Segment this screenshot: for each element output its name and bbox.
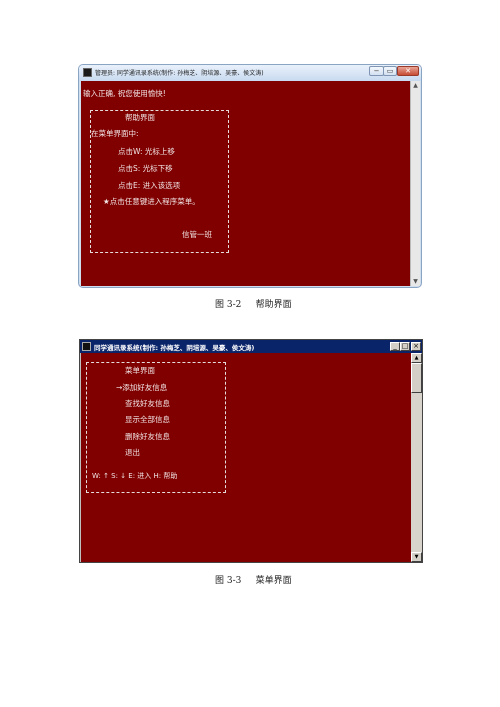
menu-item-exit[interactable]: 退出	[125, 447, 140, 458]
maximize-button[interactable]: □	[400, 342, 410, 351]
help-screen-window: 管理员: 同学通讯录系统(制作: 孙梅芝、阴培源、吴豪、侯文涛) − ▭ ✕ 输…	[78, 64, 422, 288]
help-line-w: 点击W: 光标上移	[118, 147, 175, 156]
console-app-icon	[83, 68, 92, 77]
minimize-button[interactable]: _	[390, 342, 400, 351]
help-title: 帮助界面	[125, 113, 155, 122]
scroll-up-arrow-icon[interactable]: ▲	[411, 81, 420, 90]
class-name: 信管一班	[182, 230, 212, 239]
help-line-s: 点击S: 光标下移	[118, 164, 173, 173]
key-hint: W: ↑ S: ↓ E: 进入 H: 帮助	[92, 472, 178, 480]
menu-screen-window: 同学通讯录系统(制作: 孙梅芝、阴培源、吴豪、侯文涛) _ □ × 菜单界面 →…	[79, 339, 423, 563]
vertical-scrollbar[interactable]: ▲ ▼	[411, 353, 422, 562]
menu-item-show-all[interactable]: 显示全部信息	[125, 414, 170, 425]
scroll-thumb[interactable]	[411, 363, 422, 393]
window-title: 同学通讯录系统(制作: 孙梅芝、阴培源、吴豪、侯文涛)	[94, 344, 255, 352]
figure-caption-3-3: 图 3-3 菜单界面	[215, 573, 292, 586]
close-button[interactable]: ×	[411, 342, 421, 351]
status-message: 输入正确, 祝您使用愉快!	[83, 89, 166, 98]
scroll-down-arrow-icon[interactable]: ▼	[411, 277, 420, 286]
caption-text: 菜单界面	[255, 576, 292, 586]
help-intro: 在菜单界面中:	[91, 129, 139, 138]
title-bar[interactable]: 管理员: 同学通讯录系统(制作: 孙梅芝、阴培源、吴豪、侯文涛) − ▭ ✕	[79, 65, 421, 81]
minimize-button[interactable]: −	[369, 66, 384, 76]
close-button[interactable]: ✕	[397, 66, 419, 76]
caption-number: 图 3-2	[215, 300, 242, 310]
vertical-scrollbar[interactable]: ▲ ▼	[410, 81, 420, 286]
window-title: 管理员: 同学通讯录系统(制作: 孙梅芝、阴培源、吴豪、侯文涛)	[95, 70, 264, 77]
help-line-any-key: ★点击任意键进入程序菜单。	[103, 197, 200, 206]
console-app-icon	[82, 342, 91, 351]
menu-item-add[interactable]: →添加好友信息	[116, 382, 167, 393]
menu-item-delete[interactable]: 删除好友信息	[125, 431, 170, 442]
caption-text: 帮助界面	[255, 300, 292, 310]
scroll-up-arrow-icon[interactable]: ▲	[411, 353, 422, 363]
console-area[interactable]: 菜单界面 →添加好友信息 查找好友信息 显示全部信息 删除好友信息 退出 W: …	[81, 353, 411, 562]
menu-title: 菜单界面	[125, 366, 155, 375]
console-area[interactable]: 输入正确, 祝您使用愉快! 帮助界面 在菜单界面中: 点击W: 光标上移 点击S…	[81, 81, 410, 286]
caption-number: 图 3-3	[215, 576, 242, 586]
figure-caption-3-2: 图 3-2 帮助界面	[215, 297, 292, 310]
help-line-e: 点击E: 进入该选项	[118, 181, 181, 190]
menu-item-search[interactable]: 查找好友信息	[125, 398, 170, 409]
maximize-button[interactable]: ▭	[383, 66, 397, 76]
title-bar[interactable]: 同学通讯录系统(制作: 孙梅芝、阴培源、吴豪、侯文涛) _ □ ×	[80, 340, 422, 353]
scroll-down-arrow-icon[interactable]: ▼	[411, 552, 422, 562]
